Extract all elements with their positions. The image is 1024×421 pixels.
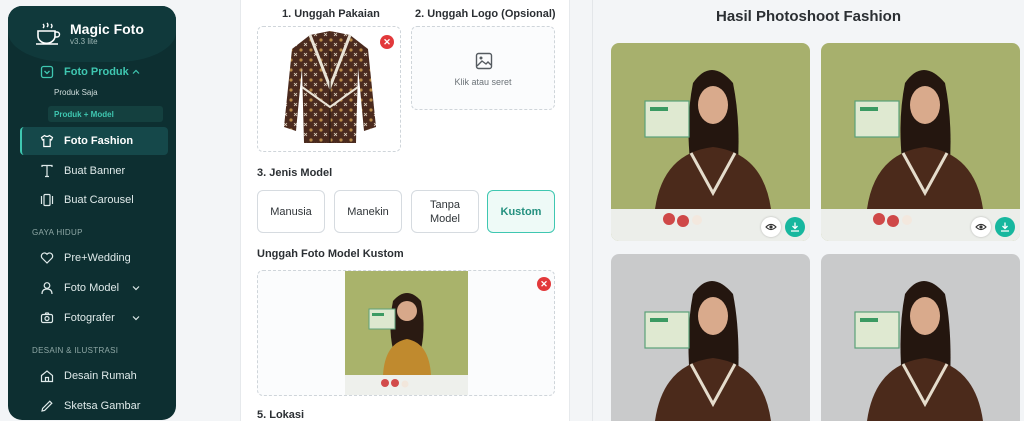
custom-model-preview-image	[345, 271, 468, 395]
garment-upload-dropzone[interactable]: ✕	[257, 26, 401, 152]
sidebar-item-desain-rumah[interactable]: Desain Rumah	[20, 362, 168, 390]
result-card[interactable]	[611, 254, 810, 421]
results-title: Hasil Photoshoot Fashion	[715, 8, 901, 25]
section-label-desain: DESAIN & ILUSTRASI	[32, 346, 119, 355]
model-type-manusia-button[interactable]: Manusia	[257, 190, 325, 233]
text-icon	[40, 164, 54, 178]
heart-icon	[40, 251, 54, 265]
chevron-down-icon	[132, 316, 140, 321]
result-image	[821, 254, 1020, 421]
download-icon	[1001, 222, 1009, 232]
custom-model-upload-dropzone[interactable]: ✕	[257, 270, 555, 396]
step1-label: 1. Unggah Pakaian	[282, 8, 380, 20]
model-type-tanpa-model-button[interactable]: Tanpa Model	[411, 190, 479, 233]
model-type-kustom-button[interactable]: Kustom	[487, 190, 555, 233]
home-icon	[40, 369, 54, 383]
sidebar-item-fotografer[interactable]: Fotografer	[20, 304, 168, 332]
download-icon	[791, 222, 799, 232]
sidebar-item-label: Sketsa Gambar	[64, 400, 141, 412]
result-image	[611, 43, 810, 241]
user-icon	[40, 281, 54, 295]
results-panel: Hasil Photoshoot Fashion	[592, 0, 1024, 421]
result-image	[611, 254, 810, 421]
brand-header[interactable]: Magic Foto v3.3 lite	[8, 6, 176, 62]
coffee-cup-logo-icon	[36, 22, 61, 45]
model-type-manekin-button[interactable]: Manekin	[334, 190, 402, 233]
step5-label: 5. Lokasi	[257, 409, 305, 421]
chevron-down-icon	[132, 286, 140, 291]
logo-upload-hint: Klik atau seret	[454, 77, 512, 87]
result-image	[821, 43, 1020, 241]
shirt-icon	[40, 134, 54, 148]
result-card[interactable]	[821, 43, 1020, 241]
pencil-icon	[40, 399, 54, 413]
download-box-icon	[40, 65, 54, 79]
form-panel: 1. Unggah Pakaian 2. Unggah Logo (Opsion…	[240, 0, 570, 421]
custom-model-label: Unggah Foto Model Kustom	[257, 248, 404, 260]
sidebar-item-buat-banner[interactable]: Buat Banner	[20, 157, 168, 185]
step2-label: 2. Unggah Logo (Opsional)	[415, 8, 556, 20]
sidebar-item-label: Foto Fashion	[64, 135, 134, 147]
view-image-button[interactable]	[761, 217, 781, 237]
sidebar-item-pre-wedding[interactable]: Pre+Wedding	[20, 244, 168, 272]
sidebar-item-buat-carousel[interactable]: Buat Carousel	[20, 186, 168, 214]
sidebar-item-label: Pre+Wedding	[64, 252, 131, 264]
sidebar-item-foto-produk[interactable]: Foto Produk	[20, 58, 168, 86]
chevron-up-icon	[132, 69, 140, 74]
sidebar-item-foto-fashion[interactable]: Foto Fashion	[20, 127, 168, 155]
sidebar-item-label: Buat Banner	[64, 165, 126, 177]
remove-garment-button[interactable]: ✕	[380, 35, 394, 49]
result-card[interactable]	[611, 43, 810, 241]
sub-item-produk-model[interactable]: Produk + Model	[48, 106, 163, 122]
sub-item-produk-saja[interactable]: Produk Saja	[48, 84, 163, 100]
download-image-button[interactable]	[785, 217, 805, 237]
logo-upload-dropzone[interactable]: Klik atau seret	[411, 26, 555, 110]
image-upload-icon	[475, 52, 493, 70]
sidebar-item-label: Foto Model	[64, 282, 120, 294]
result-card[interactable]	[821, 254, 1020, 421]
section-label-gaya-hidup: GAYA HIDUP	[32, 228, 83, 237]
carousel-icon	[40, 193, 54, 207]
sidebar-item-label: Desain Rumah	[64, 370, 137, 382]
sidebar-item-label: Foto Produk	[64, 66, 129, 78]
download-image-button[interactable]	[995, 217, 1015, 237]
sidebar: Magic Foto v3.3 lite Foto Produk Produk …	[8, 6, 176, 420]
view-image-button[interactable]	[971, 217, 991, 237]
sidebar-item-sketsa-gambar[interactable]: Sketsa Gambar	[20, 392, 168, 420]
app-version: v3.3 lite	[70, 37, 98, 46]
step3-label: 3. Jenis Model	[257, 167, 333, 179]
sidebar-item-foto-model[interactable]: Foto Model	[20, 274, 168, 302]
eye-icon	[765, 223, 777, 231]
camera-icon	[40, 311, 54, 325]
app-title: Magic Foto	[70, 21, 144, 37]
remove-custom-model-button[interactable]: ✕	[537, 277, 551, 291]
sidebar-item-label: Fotografer	[64, 312, 115, 324]
sidebar-item-label: Buat Carousel	[64, 194, 134, 206]
eye-icon	[975, 223, 987, 231]
